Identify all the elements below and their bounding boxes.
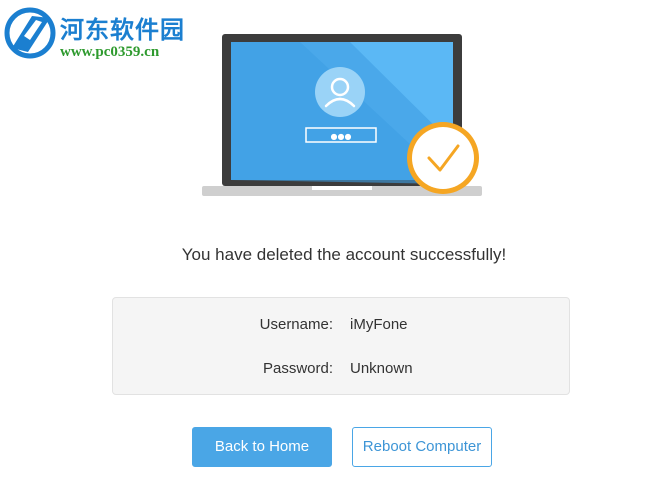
laptop-illustration: ●●● [202,34,482,196]
username-label: Username: [259,316,333,333]
username-value: iMyFone [350,316,408,333]
password-row: Password: Unknown [113,360,569,380]
password-label: Password: [262,360,333,377]
watermark-site-name: 河东软件园 [60,15,185,44]
account-info-box: Username: iMyFone Password: Unknown [112,297,570,395]
watermark-site-url: www.pc0359.cn [60,44,160,60]
reboot-computer-button[interactable]: Reboot Computer [352,427,492,467]
checkmark-icon [407,122,479,194]
watermark-logo [4,7,56,59]
password-mask: ●●● [331,132,352,141]
back-to-home-button[interactable]: Back to Home [192,427,332,467]
watermark: 河东软件园 www.pc0359.cn [0,4,210,64]
password-value: Unknown [350,360,413,377]
page: 河东软件园 www.pc0359.cn ●●● You have deleted [0,0,648,494]
user-avatar-icon [315,67,365,117]
username-row: Username: iMyFone [113,316,569,336]
success-message: You have deleted the account successfull… [181,245,507,264]
